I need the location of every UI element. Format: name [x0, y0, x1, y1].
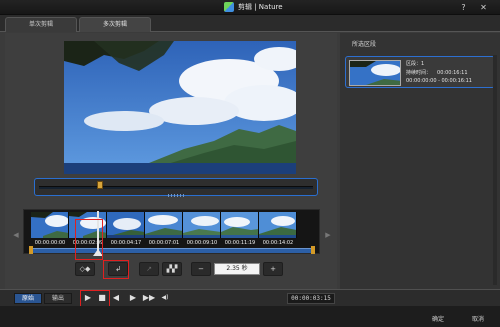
window-title-text: 剪辑 | Nature: [238, 3, 283, 11]
timecode-label: 00:00:07:01: [148, 240, 180, 246]
timeline-strip[interactable]: 00:00:00:00 00:00:02:09 00:00:04:17 00:0…: [23, 209, 320, 256]
timeline-thumbnail: [221, 212, 259, 238]
timecode-row: 00:00:00:00 00:00:02:09 00:00:04:17 00:0…: [31, 240, 297, 246]
segment-duration-label: 持续时间：: [406, 70, 432, 76]
split-button[interactable]: ↲: [108, 262, 128, 276]
selected-segment-track[interactable]: [30, 248, 314, 253]
mark-in-out-button[interactable]: ◇◆: [75, 262, 95, 276]
trim-range-grip[interactable]: [168, 194, 186, 197]
next-frame-button[interactable]: ▶: [127, 292, 139, 304]
segment-index: 区段：1: [406, 60, 424, 67]
current-timecode: 00:00:03:15: [287, 293, 335, 304]
fast-forward-button[interactable]: ▶▶: [141, 292, 157, 304]
timeline-thumbnail: [145, 212, 183, 238]
app-icon: [224, 2, 234, 12]
playback-bar: 原始 输出 ▶ ■ ◀ ▶ ▶▶ ◀) 00:00:03:15: [0, 289, 500, 307]
timeline-thumbnail: [183, 212, 221, 238]
mode-original-tab[interactable]: 原始: [14, 293, 42, 304]
tab-bar: 单次剪辑 多次剪辑: [0, 15, 500, 32]
title-bar: 剪辑 | Nature ? ✕: [0, 0, 500, 15]
thumbnail-row: [31, 212, 297, 238]
timeline-thumbnail: [259, 212, 297, 238]
trim-range-track: [39, 186, 313, 189]
segment-duration: 持续时间： 00:00:16:11: [406, 69, 468, 76]
previous-frame-button[interactable]: ◀: [110, 292, 122, 304]
cancel-button[interactable]: 取消: [472, 314, 484, 323]
timeline-thumbnail: [107, 212, 145, 238]
trim-range-bar[interactable]: [34, 178, 318, 197]
zoom-out-button[interactable]: −: [191, 262, 211, 276]
segment-range: 00:00:00:00 - 00:00:16:11: [406, 78, 472, 84]
trim-range-handle[interactable]: [97, 181, 103, 189]
timeline-scroll-left[interactable]: ◀: [11, 231, 21, 239]
timeline-toolbar: ◇◆ ↲ ↗ ▞▞ − 2.35 秒 +: [75, 261, 283, 277]
selected-segments-panel: 所选区段 区段：1 持续时间： 00:00:16:11 00:00:00:00 -…: [340, 33, 500, 289]
segment-start-handle[interactable]: [29, 246, 33, 254]
segment-thumbnail: [349, 60, 401, 86]
segment-index-label: 区段：: [406, 61, 422, 67]
segment-list-item[interactable]: 区段：1 持续时间： 00:00:16:11 00:00:00:00 - 00:0…: [345, 56, 495, 88]
volume-button[interactable]: ◀): [158, 292, 172, 304]
highlight-marker: [75, 219, 103, 260]
close-button[interactable]: ✕: [478, 2, 489, 13]
timecode-label: 00:00:09:10: [186, 240, 218, 246]
video-preview: [64, 41, 296, 174]
editor-area: ◀ ▶ 00:00:00:00 00:00:02:09 00:00:04:17 …: [5, 33, 337, 289]
panel-title: 所选区段: [352, 41, 377, 48]
export-segment-button[interactable]: ↗: [139, 262, 159, 276]
window-title: 剪辑 | Nature: [224, 2, 283, 12]
zoom-in-button[interactable]: +: [263, 262, 283, 276]
ok-button[interactable]: 确定: [432, 314, 444, 323]
timecode-label: 00:00:14:02: [262, 240, 294, 246]
highlight-marker: [80, 290, 110, 307]
filmstrip-button[interactable]: ▞▞: [162, 262, 182, 276]
timecode-label: 00:00:04:17: [110, 240, 142, 246]
segment-end-handle[interactable]: [311, 246, 315, 254]
dialog-footer: 确定 取消: [0, 306, 500, 327]
tab-single-trim[interactable]: 单次剪辑: [5, 17, 77, 32]
timecode-label: 00:00:00:00: [34, 240, 66, 246]
segment-duration-value: 00:00:16:11: [437, 70, 468, 76]
timeline-thumbnail: [31, 212, 69, 238]
help-button[interactable]: ?: [458, 2, 469, 13]
preview-image: [64, 41, 296, 174]
timeline-scroll-right[interactable]: ▶: [323, 231, 333, 239]
timecode-label: 00:00:11:19: [224, 240, 256, 246]
mode-output-tab[interactable]: 输出: [44, 293, 72, 304]
tab-multi-trim[interactable]: 多次剪辑: [79, 17, 151, 32]
zoom-level-field[interactable]: 2.35 秒: [214, 263, 260, 275]
panel-scrollbar[interactable]: [493, 55, 497, 285]
segment-index-value: 1: [421, 61, 425, 67]
